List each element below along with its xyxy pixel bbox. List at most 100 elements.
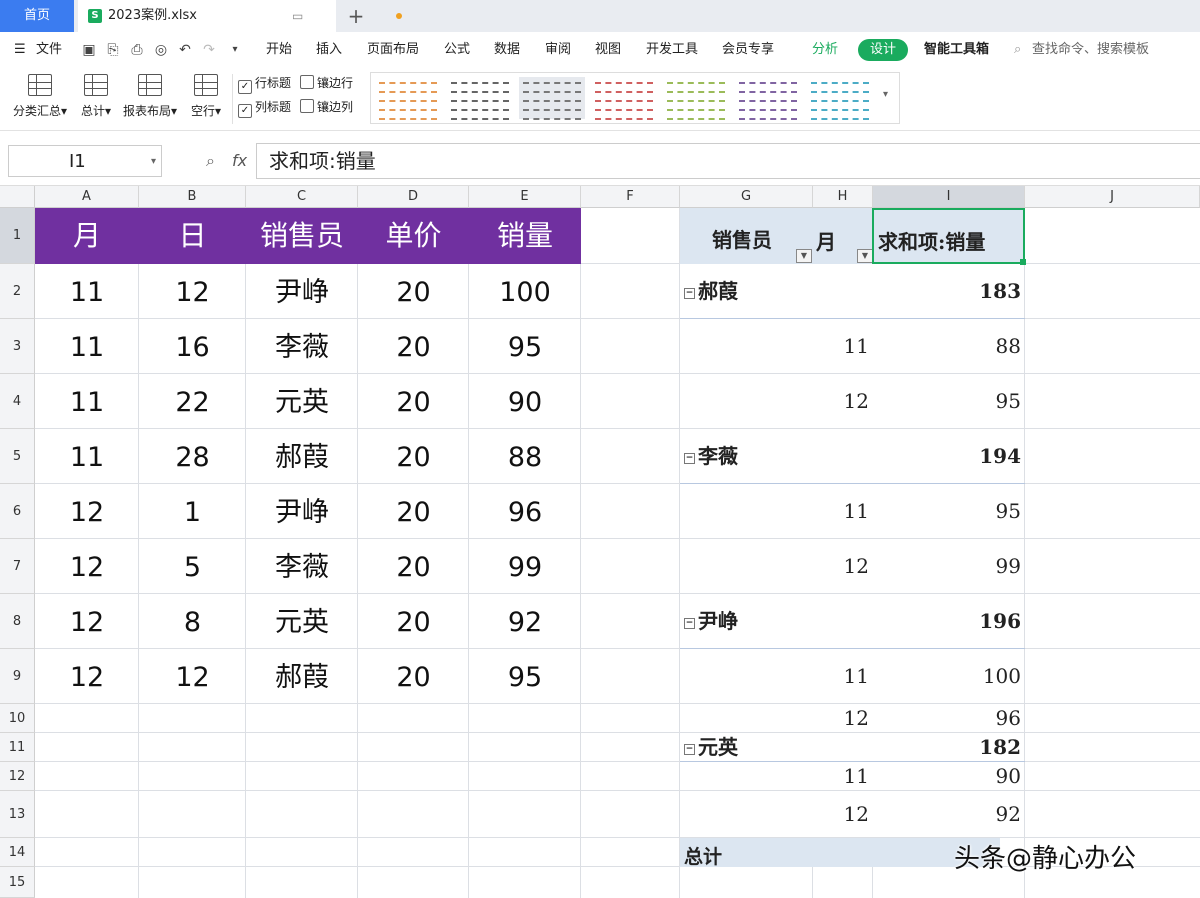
source-cell-sales[interactable]: 100 [469,264,581,319]
pivot-item-month[interactable]: 11 [813,484,869,539]
row-header-3[interactable]: 3 [0,319,35,374]
tab-file[interactable]: S 2023案例.xlsx ▭ [78,0,402,32]
column-header-J[interactable]: J [1025,186,1200,208]
name-box[interactable]: I1 ▾ [8,145,162,177]
pivot-item-month[interactable]: 12 [813,539,869,594]
customize-dropdown-icon[interactable]: ▾ [226,41,244,59]
row-header-13[interactable]: 13 [0,791,35,838]
source-cell-sales[interactable]: 96 [469,484,581,539]
collapse-icon[interactable]: − [684,288,695,299]
report-layout-button[interactable]: 报表布局▾ [120,72,180,126]
row-header-7[interactable]: 7 [0,539,35,594]
pivot-style-swatch[interactable] [375,77,441,120]
pivot-item-month[interactable]: 11 [813,762,869,791]
pivot-group-total[interactable]: 196 [873,594,1021,649]
menu-developer[interactable]: 开发工具 [646,32,698,68]
collapse-icon[interactable]: − [684,453,695,464]
gallery-more-icon[interactable]: ▾ [883,89,888,100]
source-cell-month[interactable]: 11 [35,319,139,374]
source-cell-day[interactable]: 28 [139,429,246,484]
row-header-14[interactable]: 14 [0,838,35,867]
source-cell-price[interactable]: 20 [358,264,469,319]
row-header-9[interactable]: 9 [0,649,35,704]
source-cell-day[interactable]: 5 [139,539,246,594]
source-header-salesperson[interactable]: 销售员 [246,208,358,264]
source-cell-salesperson[interactable]: 元英 [246,374,358,429]
select-all-corner[interactable] [0,186,35,208]
row-header-8[interactable]: 8 [0,594,35,649]
search-icon[interactable]: ⌕ [1014,32,1021,68]
new-tab-button[interactable]: + [344,0,368,32]
pivot-item-month[interactable]: 11 [813,319,869,374]
collapse-icon[interactable]: − [684,744,695,755]
source-cell-day[interactable]: 16 [139,319,246,374]
search-commands[interactable]: 查找命令、搜索模板 [1032,32,1149,68]
source-cell-sales[interactable]: 88 [469,429,581,484]
menu-review[interactable]: 审阅 [545,32,571,68]
row-header-5[interactable]: 5 [0,429,35,484]
pivot-header-salesperson[interactable]: 销售员 [712,224,772,253]
source-cell-salesperson[interactable]: 元英 [246,594,358,649]
column-header-H[interactable]: H [813,186,873,208]
print-preview-icon[interactable]: ◎ [152,41,170,59]
source-cell-month[interactable]: 12 [35,594,139,649]
source-cell-salesperson[interactable]: 李薇 [246,319,358,374]
formula-input[interactable]: 求和项:销量 [256,143,1200,179]
source-cell-salesperson[interactable]: 尹峥 [246,484,358,539]
source-cell-day[interactable]: 12 [139,649,246,704]
pivot-style-swatch[interactable] [447,77,513,120]
blank-rows-button[interactable]: 空行▾ [176,72,236,126]
column-header-I[interactable]: I [873,186,1025,208]
pivot-item-month[interactable]: 12 [813,704,869,733]
source-cell-sales[interactable]: 95 [469,649,581,704]
export-icon[interactable]: ⎘ [104,41,122,59]
pivot-group-label[interactable]: − 李薇 [684,429,738,484]
source-cell-sales[interactable]: 90 [469,374,581,429]
print-icon[interactable]: ⎙ [128,41,146,59]
row-headers-checkbox[interactable]: ✓ 行标题 [238,74,291,94]
menu-insert[interactable]: 插入 [316,32,342,68]
source-header-sales[interactable]: 销量 [469,208,581,264]
source-header-price[interactable]: 单价 [358,208,469,264]
source-cell-salesperson[interactable]: 郝葭 [246,649,358,704]
menu-smart-tools[interactable]: 智能工具箱 [924,32,989,68]
pivot-item-value[interactable]: 88 [873,319,1021,374]
collapse-icon[interactable]: − [684,618,695,629]
row-header-11[interactable]: 11 [0,733,35,762]
source-cell-price[interactable]: 20 [358,484,469,539]
source-cell-salesperson[interactable]: 尹峥 [246,264,358,319]
menu-page-layout[interactable]: 页面布局 [367,32,419,68]
source-cell-month[interactable]: 12 [35,484,139,539]
source-cell-month[interactable]: 12 [35,649,139,704]
pivot-item-month[interactable]: 12 [813,374,869,429]
pivot-group-label[interactable]: − 元英 [684,733,738,762]
pivot-item-value[interactable]: 92 [873,791,1021,838]
subtotal-button[interactable]: 分类汇总▾ [10,72,70,126]
source-header-day[interactable]: 日 [139,208,246,264]
monitor-icon[interactable]: ▭ [292,0,303,32]
column-header-E[interactable]: E [469,186,581,208]
source-cell-month[interactable]: 11 [35,429,139,484]
source-cell-price[interactable]: 20 [358,539,469,594]
source-cell-price[interactable]: 20 [358,429,469,484]
source-cell-month[interactable]: 11 [35,374,139,429]
column-header-B[interactable]: B [139,186,246,208]
zoom-formula-icon[interactable]: ⌕ [206,145,215,177]
row-header-15[interactable]: 15 [0,867,35,898]
redo-icon[interactable]: ↷ [200,41,218,59]
pivot-style-swatch[interactable] [735,77,801,120]
source-cell-salesperson[interactable]: 李薇 [246,539,358,594]
column-header-G[interactable]: G [680,186,813,208]
source-cell-salesperson[interactable]: 郝葭 [246,429,358,484]
hamburger-menu-icon[interactable]: ☰ [14,32,26,68]
undo-icon[interactable]: ↶ [176,41,194,59]
fx-icon[interactable]: fx [232,145,247,177]
pivot-item-value[interactable]: 100 [873,649,1021,704]
column-header-F[interactable]: F [581,186,680,208]
banded-columns-checkbox[interactable]: 镶边列 [300,98,353,116]
column-headers-checkbox[interactable]: ✓ 列标题 [238,98,291,118]
banded-rows-checkbox[interactable]: 镶边行 [300,74,353,92]
row-header-4[interactable]: 4 [0,374,35,429]
column-header-D[interactable]: D [358,186,469,208]
pivot-item-value[interactable]: 99 [873,539,1021,594]
